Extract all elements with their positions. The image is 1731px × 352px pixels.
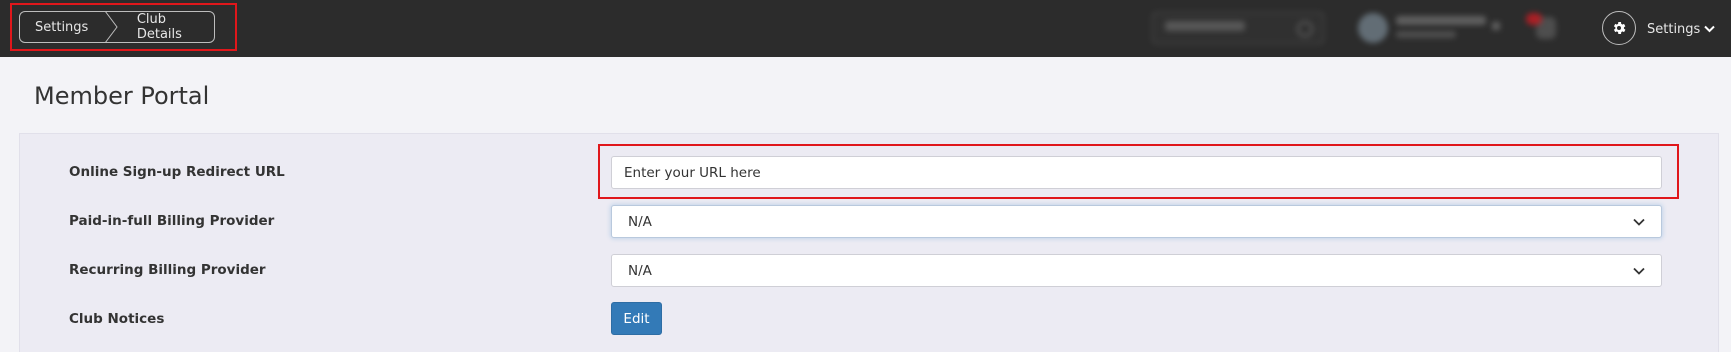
- paid-in-full-value: N/A: [628, 213, 652, 230]
- breadcrumb-label: Settings: [35, 19, 89, 35]
- recurring-label: Recurring Billing Provider: [69, 262, 266, 278]
- club-notices-label: Club Notices: [69, 311, 165, 327]
- breadcrumb-label: Club Details: [136, 12, 182, 42]
- settings-gear-button[interactable]: [1602, 11, 1636, 45]
- paid-in-full-select[interactable]: N/A: [611, 205, 1662, 238]
- redirect-url-label: Online Sign-up Redirect URL: [69, 164, 285, 180]
- top-navbar: Settings Club Details Settings: [0, 0, 1731, 57]
- gear-icon: [1613, 22, 1626, 34]
- settings-menu[interactable]: Settings: [1647, 18, 1716, 40]
- settings-menu-label: Settings: [1647, 21, 1701, 37]
- recurring-select[interactable]: N/A: [611, 254, 1662, 287]
- redacted-club-search: [1152, 12, 1324, 44]
- page-title: Member Portal: [34, 82, 210, 110]
- chevron-down-icon: [1704, 25, 1716, 33]
- chevron-down-icon: [1633, 218, 1645, 226]
- redacted-avatar: [1358, 13, 1388, 43]
- redacted-user-name: [1396, 16, 1486, 25]
- paid-in-full-label: Paid-in-full Billing Provider: [69, 213, 275, 229]
- breadcrumb-separator: [104, 11, 118, 43]
- breadcrumb-item-settings[interactable]: Settings: [20, 12, 107, 42]
- breadcrumb: Settings Club Details: [19, 11, 215, 43]
- chevron-down-icon: [1633, 267, 1645, 275]
- redirect-url-input[interactable]: [611, 156, 1662, 189]
- edit-club-notices-button[interactable]: Edit: [611, 302, 662, 335]
- redacted-user-caret: [1492, 22, 1500, 30]
- redacted-notification-badge: [1526, 13, 1542, 25]
- recurring-value: N/A: [628, 262, 652, 279]
- redacted-user-role: [1396, 31, 1456, 38]
